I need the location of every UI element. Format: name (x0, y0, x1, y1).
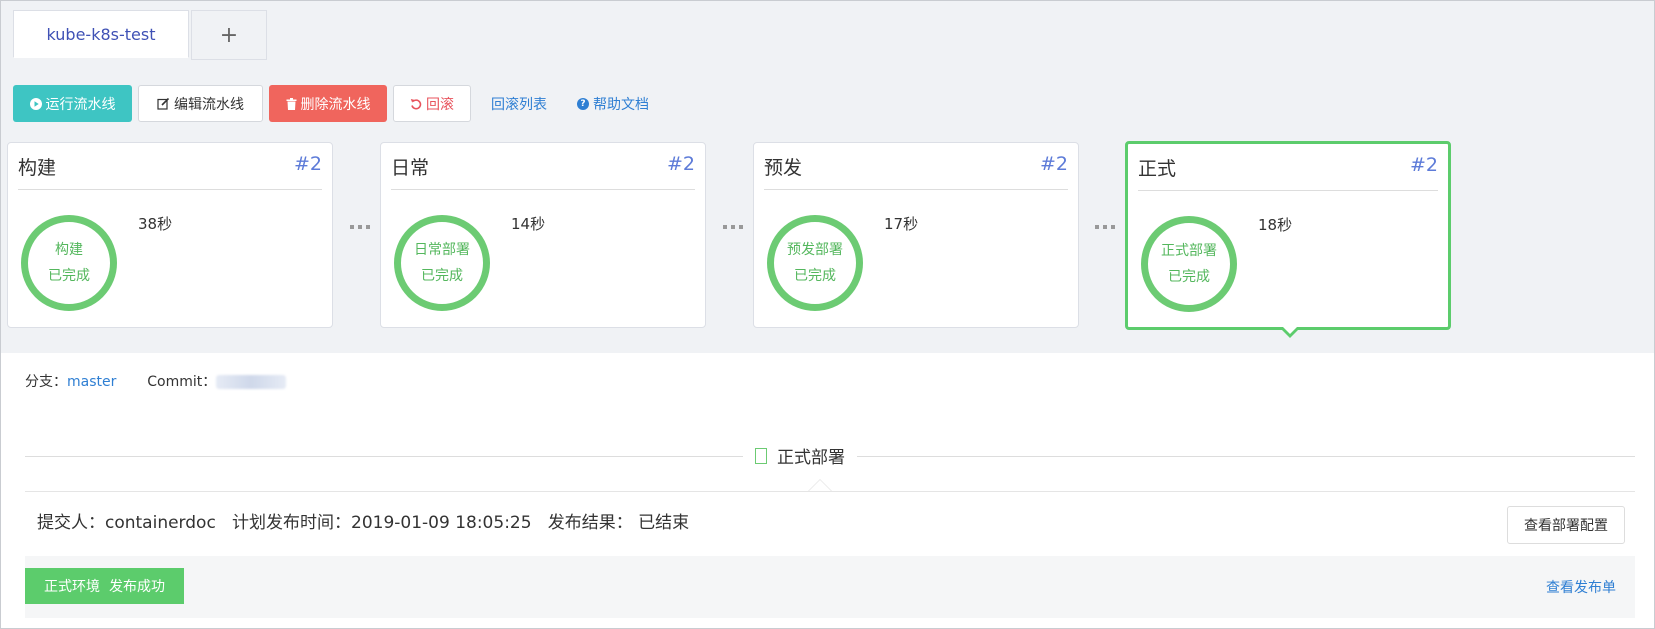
stage-connector (350, 225, 370, 231)
stage-ring-status: 已完成 (794, 268, 836, 284)
deploy-success-badge: 正式环境 发布成功 (25, 568, 184, 604)
deploy-result-bar: 正式环境 发布成功 查看发布单 (25, 556, 1635, 618)
delete-pipeline-button[interactable]: 删除流水线 (269, 85, 387, 122)
stage-title: 日常 (391, 157, 430, 179)
stage-divider (1138, 190, 1438, 191)
stage-status-ring: 构建 已完成 (21, 215, 117, 311)
stage-card-production[interactable]: 正式 #2 正式部署 已完成 18秒 (1125, 141, 1451, 330)
stage-detail-panel: 分支：master Commit： 正式部署 提交人：containerdoc … (1, 353, 1654, 628)
play-icon (29, 97, 42, 110)
pipeline-page: kube-k8s-test + 运行流水线 编辑流水线 删除流水线 回滚 回滚列… (0, 0, 1655, 629)
help-docs-label: 帮助文档 (593, 96, 649, 113)
stage-ring-name: 构建 (55, 242, 83, 258)
deploy-info: 提交人：containerdoc 计划发布时间：2019-01-09 18:05… (37, 513, 690, 533)
view-deploy-config-button[interactable]: 查看部署配置 (1507, 506, 1625, 544)
stage-divider (764, 189, 1068, 190)
stage-connector (1095, 225, 1115, 231)
stage-title: 正式 (1138, 158, 1177, 180)
pipeline-toolbar: 运行流水线 编辑流水线 删除流水线 回滚 回滚列表 ? 帮助文档 (13, 85, 649, 122)
stage-run-number[interactable]: #2 (294, 153, 322, 175)
info-caret (808, 479, 832, 491)
stage-ring-status: 已完成 (421, 268, 463, 284)
stage-card-build[interactable]: 构建 #2 构建 已完成 38秒 (7, 142, 333, 328)
commit-label: Commit： (147, 374, 217, 390)
stage-status-ring: 正式部署 已完成 (1141, 216, 1237, 312)
stage-duration: 17秒 (884, 215, 919, 233)
edit-icon (157, 97, 170, 110)
run-pipeline-button[interactable]: 运行流水线 (13, 85, 132, 122)
commit-hash-redacted (216, 375, 287, 389)
stage-card-staging[interactable]: 预发 #2 预发部署 已完成 17秒 (753, 142, 1079, 328)
stage-divider (18, 189, 322, 190)
stage-divider (391, 189, 695, 190)
stage-status-ring: 日常部署 已完成 (394, 215, 490, 311)
stage-connector (723, 225, 743, 231)
edit-pipeline-button[interactable]: 编辑流水线 (138, 85, 263, 122)
question-icon: ? (577, 97, 589, 110)
edit-pipeline-label: 编辑流水线 (174, 96, 244, 113)
add-tab-button[interactable]: + (191, 10, 267, 60)
stage-ring-status: 已完成 (48, 268, 90, 284)
run-pipeline-label: 运行流水线 (45, 96, 116, 113)
stage-ring-name: 日常部署 (414, 242, 470, 258)
stage-ring-name: 预发部署 (787, 242, 843, 258)
view-release-link[interactable]: 查看发布单 (1546, 577, 1616, 597)
undo-icon (410, 98, 422, 110)
help-docs-link[interactable]: ? 帮助文档 (577, 94, 649, 114)
stage-duration: 14秒 (511, 215, 546, 233)
stage-ring-status: 已完成 (1168, 269, 1210, 285)
rollback-button[interactable]: 回滚 (393, 85, 471, 122)
info-divider (25, 491, 1635, 492)
rollback-list-link[interactable]: 回滚列表 (491, 94, 547, 114)
pipeline-tabs: kube-k8s-test + (13, 10, 267, 60)
stage-duration: 18秒 (1258, 216, 1293, 234)
trash-icon (286, 97, 297, 110)
branch-value[interactable]: master (67, 374, 116, 390)
stage-title: 构建 (18, 157, 57, 179)
section-title-text: 正式部署 (777, 448, 845, 468)
branch-label: 分支： (25, 374, 67, 390)
stage-card-daily[interactable]: 日常 #2 日常部署 已完成 14秒 (380, 142, 706, 328)
commit-meta: 分支：master Commit： (25, 371, 287, 391)
section-title: 正式部署 (743, 443, 857, 468)
stage-title: 预发 (764, 157, 803, 179)
stage-ring-name: 正式部署 (1161, 243, 1217, 259)
stage-status-ring: 预发部署 已完成 (767, 215, 863, 311)
tab-kube-k8s-test[interactable]: kube-k8s-test (13, 10, 189, 58)
stage-run-number[interactable]: #2 (1410, 154, 1438, 176)
selected-stage-pointer (1279, 326, 1301, 338)
stage-run-number[interactable]: #2 (1040, 153, 1068, 175)
doc-icon (755, 447, 767, 464)
delete-pipeline-label: 删除流水线 (300, 96, 371, 113)
stage-run-number[interactable]: #2 (667, 153, 695, 175)
stage-duration: 38秒 (138, 215, 173, 233)
rollback-label: 回滚 (426, 96, 454, 113)
